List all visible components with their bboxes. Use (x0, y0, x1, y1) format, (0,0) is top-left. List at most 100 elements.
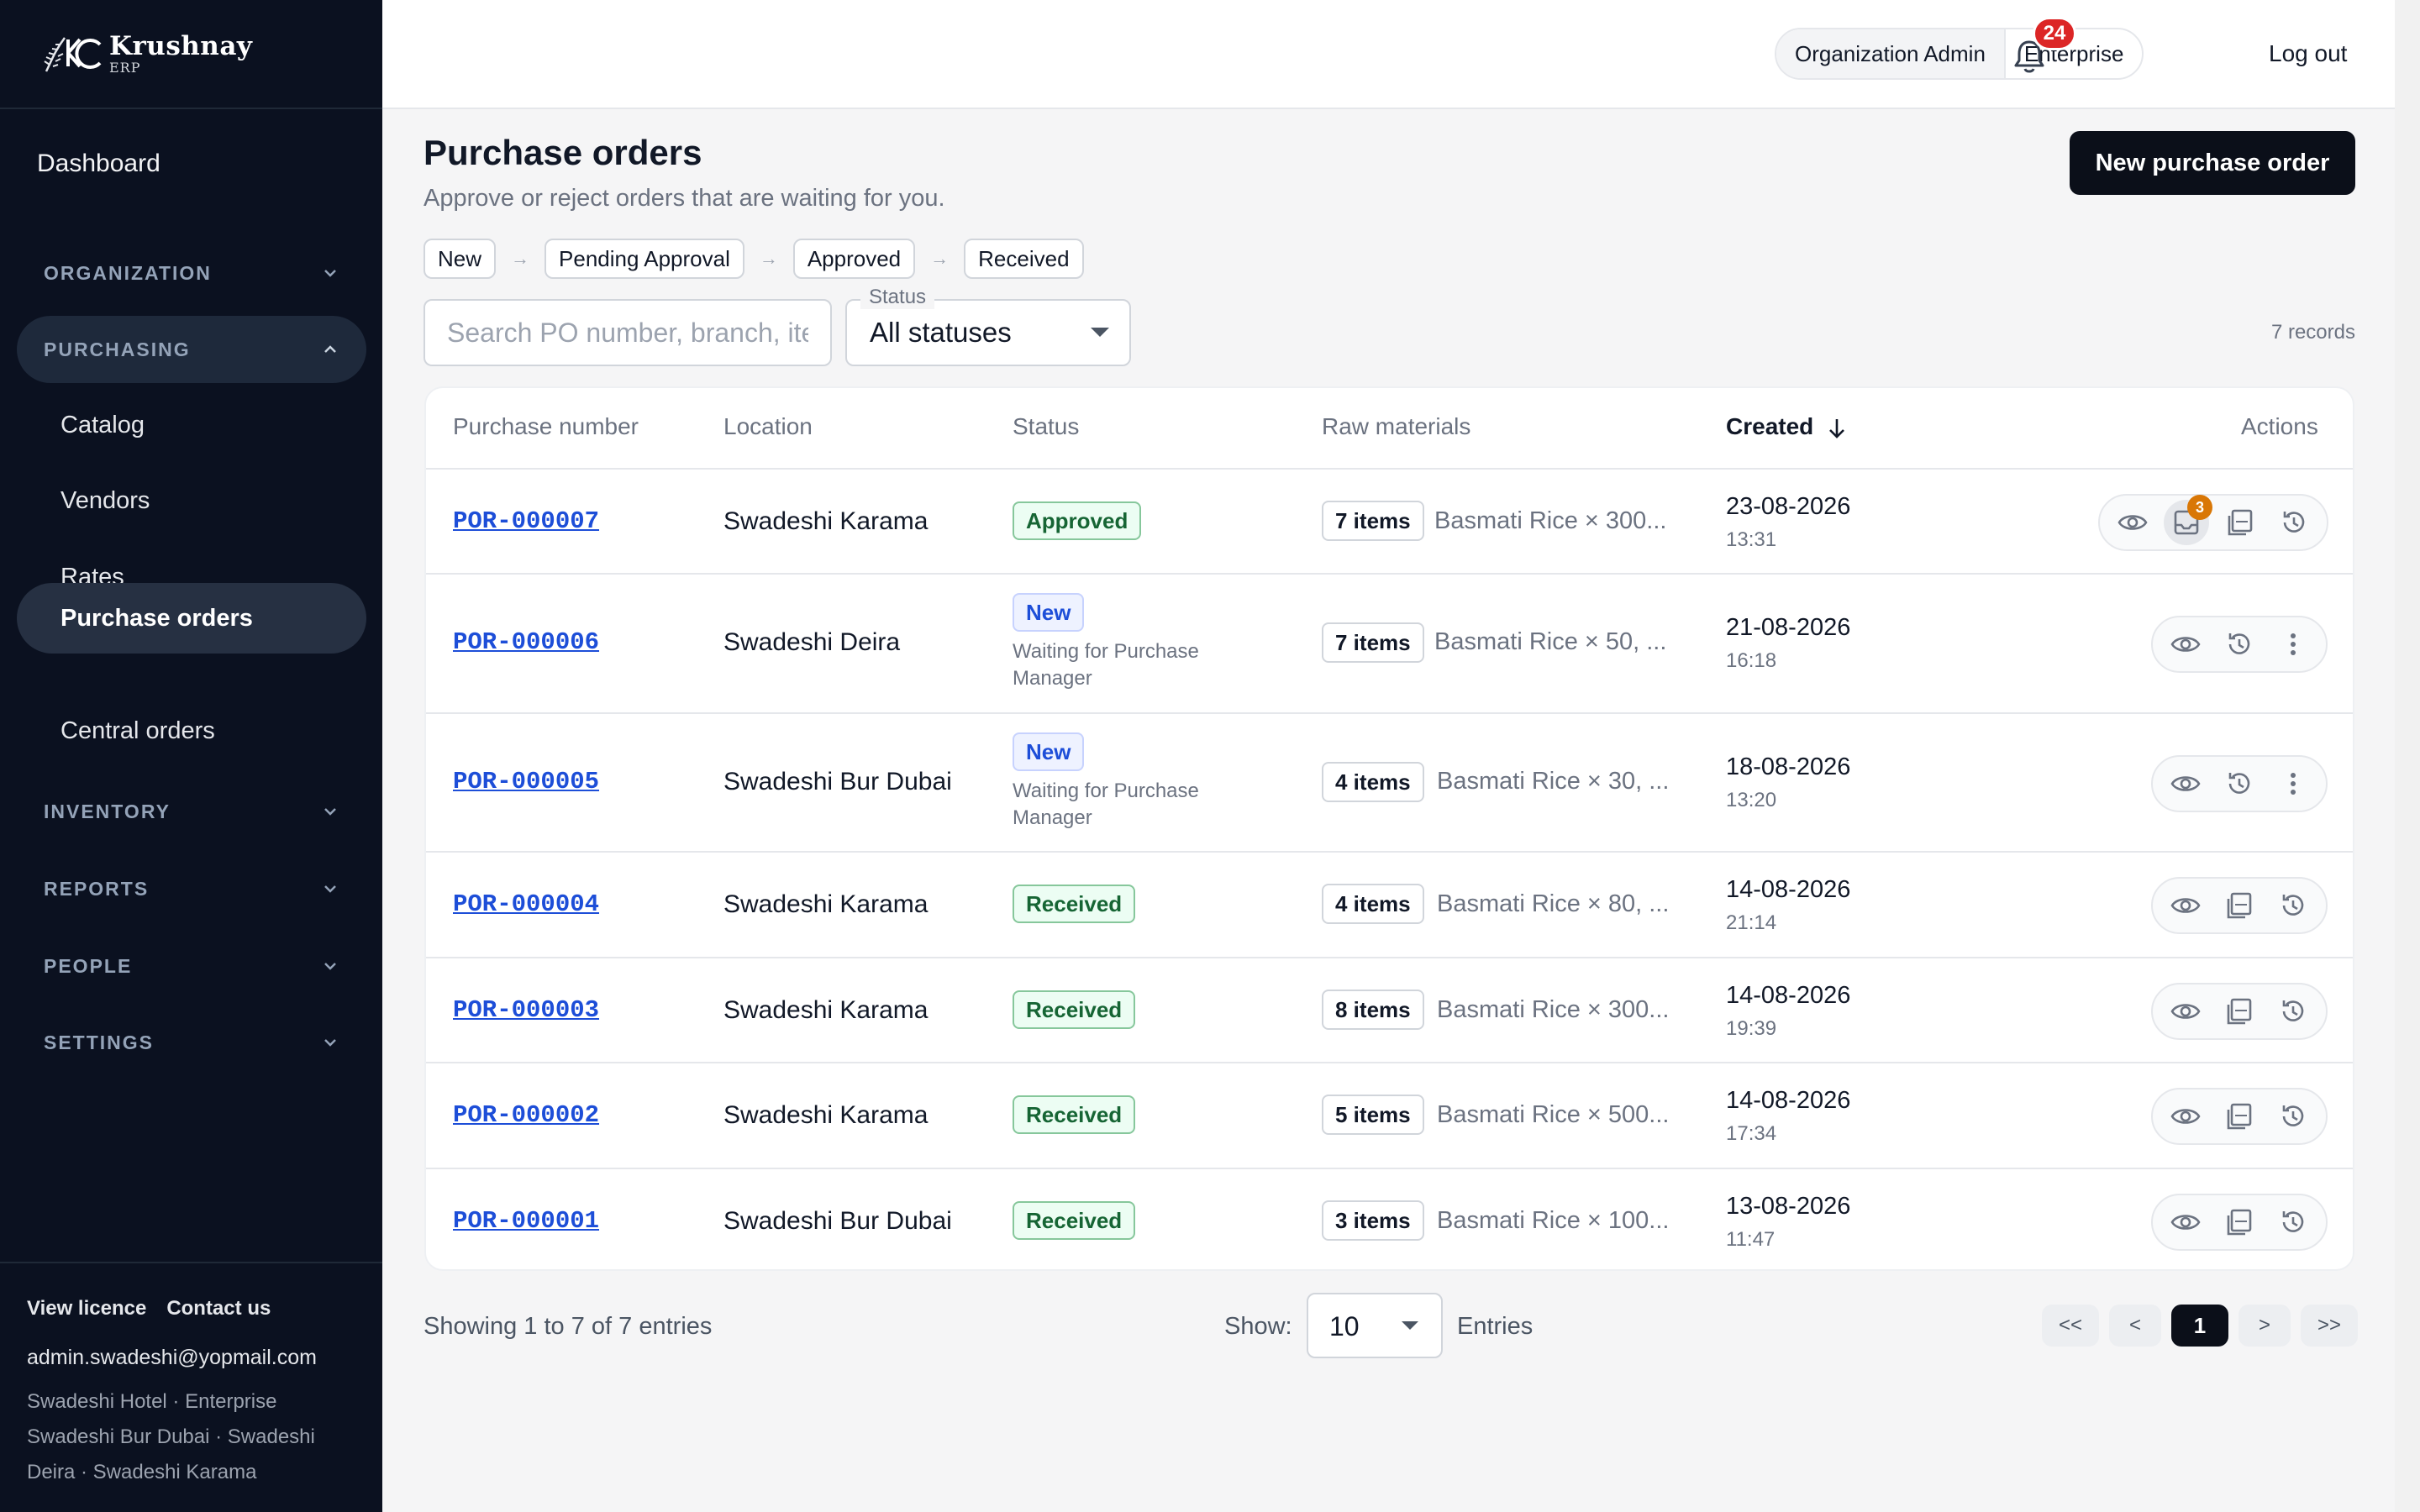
history-button[interactable] (2270, 1094, 2316, 1139)
view-button[interactable] (2163, 622, 2208, 667)
sidebar-section-reports[interactable]: REPORTS (17, 855, 366, 922)
history-button[interactable] (2271, 500, 2317, 545)
row-actions (2151, 1088, 2328, 1145)
pdf-button[interactable] (2217, 883, 2262, 928)
sidebar-item-vendors[interactable]: Vendors (17, 465, 366, 536)
sidebar-item-central-orders[interactable]: Central orders (17, 696, 366, 766)
row-actions (2151, 755, 2328, 812)
eye-icon (2170, 637, 2201, 652)
table-row: POR-000001 Swadeshi Bur Dubai Received 3… (426, 1168, 2353, 1269)
sidebar-item-dashboard[interactable]: Dashboard (37, 150, 160, 178)
created-date: 14-08-2026 (1726, 876, 1851, 903)
sidebar-section-people[interactable]: PEOPLE (17, 932, 366, 1000)
column-header-created-label: Created (1726, 413, 1814, 439)
sidebar-section-settings[interactable]: SETTINGS (17, 1009, 366, 1076)
status-badge: Received (1013, 990, 1136, 1029)
items-count-chip: 7 items (1322, 622, 1424, 663)
page-button-current[interactable]: 1 (2171, 1305, 2228, 1347)
history-button[interactable] (2217, 622, 2262, 667)
showing-entries-text: Showing 1 to 7 of 7 entries (424, 1313, 713, 1340)
table-row: POR-000005 Swadeshi Bur Dubai New Waitin… (426, 712, 2353, 851)
raw-materials-summary: Basmati Rice × 300... (1434, 507, 1667, 534)
view-button[interactable] (2163, 883, 2208, 928)
view-button[interactable] (2163, 761, 2208, 806)
po-number-link[interactable]: POR-000006 (453, 628, 599, 656)
items-count-chip: 3 items (1322, 1200, 1424, 1241)
org-branches: Swadeshi Bur Dubai · Swadeshi Deira · Sw… (27, 1425, 315, 1483)
po-number-link[interactable]: POR-000002 (453, 1101, 599, 1129)
sidebar-item-catalog[interactable]: Catalog (17, 390, 366, 460)
flow-step-approved: Approved (792, 239, 916, 279)
status-badge: Received (1013, 1095, 1136, 1134)
po-number-link[interactable]: POR-000005 (453, 768, 599, 795)
pdf-button[interactable] (2217, 989, 2262, 1034)
po-number-link[interactable]: POR-000004 (453, 890, 599, 918)
history-icon (2228, 773, 2250, 794)
notification-count-badge: 24 (2033, 17, 2076, 50)
more-options-button[interactable] (2270, 622, 2316, 667)
pdf-button[interactable] (2217, 1200, 2262, 1245)
location-cell: Swadeshi Bur Dubai (723, 768, 952, 795)
logout-button[interactable]: Log out (2269, 40, 2347, 67)
more-vertical-icon (2291, 633, 2296, 655)
first-page-button[interactable]: << (2042, 1305, 2099, 1347)
history-button[interactable] (2270, 1200, 2316, 1245)
po-number-link[interactable]: POR-000007 (453, 507, 599, 535)
column-header-purchase-number[interactable]: Purchase number (453, 413, 639, 440)
po-number-link[interactable]: POR-000003 (453, 996, 599, 1024)
created-time: 11:47 (1726, 1228, 1776, 1251)
role-indicator: Organization Admin Enterprise (1775, 28, 2144, 80)
view-button[interactable] (2110, 500, 2155, 545)
previous-page-button[interactable]: < (2109, 1305, 2161, 1347)
scrollbar[interactable] (2395, 0, 2420, 1512)
location-cell: Swadeshi Karama (723, 996, 929, 1024)
brand[interactable]: Krushnay ERP (0, 0, 382, 109)
next-page-button[interactable]: > (2238, 1305, 2291, 1347)
sidebar-section-label: INVENTORY (44, 800, 171, 822)
view-licence-link[interactable]: View licence (27, 1297, 146, 1320)
pdf-button[interactable] (2217, 1094, 2262, 1139)
sidebar-section-inventory[interactable]: INVENTORY (17, 778, 366, 845)
more-options-button[interactable] (2270, 761, 2316, 806)
sidebar-item-purchase-orders[interactable]: Purchase orders (17, 583, 366, 654)
contact-us-link[interactable]: Contact us (166, 1297, 271, 1320)
items-count-chip: 8 items (1322, 990, 1424, 1030)
po-number-link[interactable]: POR-000001 (453, 1207, 599, 1235)
brand-logo-icon (39, 26, 106, 81)
view-button[interactable] (2163, 1094, 2208, 1139)
receive-button[interactable]: 3 (2164, 495, 2212, 545)
history-button[interactable] (2217, 761, 2262, 806)
eye-icon (2170, 1004, 2201, 1019)
column-header-status[interactable]: Status (1013, 413, 1079, 440)
page-size-select[interactable] (1307, 1293, 1443, 1358)
page-size-value: 10 (1329, 1311, 1360, 1341)
created-time: 13:20 (1726, 789, 1777, 811)
status-note: Waiting for Purchase Manager (1013, 640, 1199, 690)
items-count-chip: 5 items (1322, 1095, 1424, 1135)
history-button[interactable] (2270, 989, 2316, 1034)
view-button[interactable] (2163, 989, 2208, 1034)
pdf-button[interactable] (2217, 500, 2263, 545)
search-input[interactable] (424, 299, 832, 366)
table-row: POR-000006 Swadeshi Deira New Waiting fo… (426, 573, 2353, 712)
location-cell: Swadeshi Deira (723, 628, 901, 656)
status-badge: Received (1013, 885, 1136, 923)
eye-icon (2170, 1109, 2201, 1124)
record-count: 7 records (2270, 321, 2355, 344)
new-purchase-order-button[interactable]: New purchase order (2070, 131, 2355, 195)
last-page-button[interactable]: >> (2301, 1305, 2358, 1347)
sidebar-section-organization[interactable]: ORGANIZATION (17, 239, 366, 307)
org-plan: Swadeshi Hotel · Enterprise (27, 1390, 277, 1413)
history-icon (2282, 1000, 2304, 1021)
flow-step-pending-approval: Pending Approval (544, 239, 744, 279)
sidebar-section-purchasing[interactable]: PURCHASING (17, 316, 366, 383)
entries-label: Entries (1457, 1313, 1534, 1340)
column-header-created[interactable]: Created (1726, 413, 1847, 440)
location-cell: Swadeshi Karama (723, 507, 929, 535)
location-cell: Swadeshi Karama (723, 1101, 929, 1129)
view-button[interactable] (2163, 1200, 2208, 1245)
eye-icon (2170, 776, 2201, 791)
status-filter-label: Status (860, 286, 935, 309)
column-header-location[interactable]: Location (723, 413, 813, 440)
history-button[interactable] (2270, 883, 2316, 928)
